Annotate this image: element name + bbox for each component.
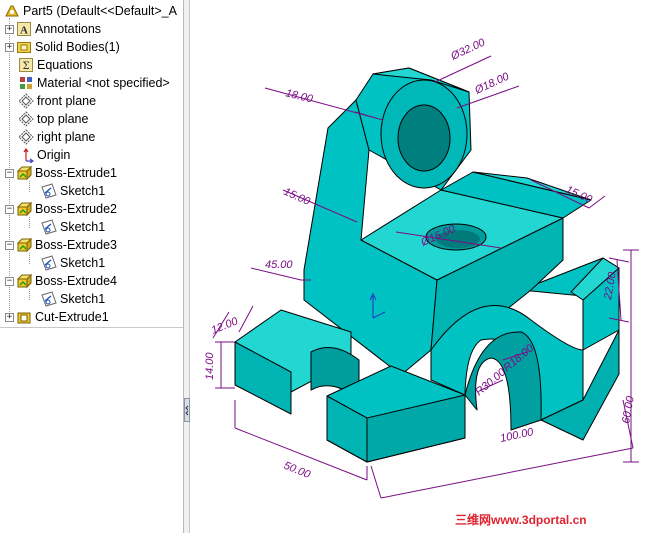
collapse-icon[interactable]: − bbox=[5, 168, 14, 178]
graphics-area[interactable]: 18.00 Ø32.00 Ø18.00 15.00 15.00 45.00 Ø1… bbox=[191, 0, 672, 533]
tree-item-label: Sketch1 bbox=[60, 292, 106, 306]
dim-18-width: 18.00 bbox=[284, 87, 314, 106]
lug-hole bbox=[397, 104, 451, 172]
tree-item-label: Boss-Extrude4 bbox=[35, 274, 117, 288]
sketch-icon bbox=[41, 183, 57, 199]
plane-icon bbox=[18, 111, 34, 127]
tree-guide-line bbox=[29, 181, 30, 192]
watermark-text: 三维网www.3dportal.cn bbox=[455, 512, 587, 527]
svg-text:A: A bbox=[20, 25, 28, 37]
dim-14: 14.00 bbox=[204, 352, 216, 380]
boss-extrude-icon bbox=[16, 165, 32, 181]
tree-item-label: Equations bbox=[37, 58, 93, 72]
dim-diameter-18: Ø18.00 bbox=[472, 70, 511, 97]
tree-item-material[interactable]: Material <not specified> bbox=[16, 74, 183, 92]
tree-item-sketch[interactable]: Sketch1 bbox=[39, 290, 183, 308]
tree-item-sketch[interactable]: Sketch1 bbox=[39, 182, 183, 200]
tree-item-label: front plane bbox=[37, 94, 97, 108]
annotations-icon: A bbox=[16, 21, 32, 37]
tree-guide-line bbox=[29, 289, 30, 300]
dim-45: 45.00 bbox=[265, 259, 293, 271]
tree-item-label: Sketch1 bbox=[60, 184, 106, 198]
svg-text:Σ: Σ bbox=[22, 61, 29, 72]
origin-icon bbox=[18, 147, 34, 163]
tree-guide-line bbox=[29, 253, 30, 264]
material-icon bbox=[18, 75, 34, 91]
cut-extrude-icon bbox=[16, 309, 32, 325]
dim-100: 100.00 bbox=[499, 426, 535, 445]
tree-item-solid-bodies[interactable]: + Solid Bodies(1) bbox=[5, 38, 183, 56]
tree-item-label: Boss-Extrude3 bbox=[35, 238, 117, 252]
tree-divider bbox=[0, 327, 183, 328]
dim-15-left: 15.00 bbox=[282, 186, 313, 209]
tree-item-boss-extrude1[interactable]: − Boss-Extrude1 bbox=[5, 164, 183, 182]
tree-root-label: Part5 (Default<<Default>_A bbox=[23, 4, 177, 18]
tree-item-label: Sketch1 bbox=[60, 256, 106, 270]
tree-item-label: Origin bbox=[37, 148, 71, 162]
expand-icon[interactable]: + bbox=[5, 312, 14, 322]
sketch-icon bbox=[41, 255, 57, 271]
dim-60: 60.00 bbox=[620, 394, 637, 424]
collapse-icon[interactable]: − bbox=[5, 276, 14, 286]
tree-item-label: Material <not specified> bbox=[37, 76, 170, 90]
dim-50: 50.00 bbox=[282, 460, 313, 482]
tree-item-origin[interactable]: Origin bbox=[16, 146, 183, 164]
feature-manager-tree: Part5 (Default<<Default>_A + A Annotatio… bbox=[0, 0, 184, 533]
tree-item-boss-extrude2[interactable]: − Boss-Extrude2 bbox=[5, 200, 183, 218]
equations-icon: Σ bbox=[18, 57, 34, 73]
tree-item-front-plane[interactable]: front plane bbox=[16, 92, 183, 110]
tree-item-label: top plane bbox=[37, 112, 89, 126]
tree-item-label: Solid Bodies(1) bbox=[35, 40, 120, 54]
collapse-icon[interactable]: − bbox=[5, 240, 14, 250]
tree-item-boss-extrude4[interactable]: − Boss-Extrude4 bbox=[5, 272, 183, 290]
tree-item-label: Boss-Extrude1 bbox=[35, 166, 117, 180]
boss-extrude-icon bbox=[16, 237, 32, 253]
tree-item-label: Sketch1 bbox=[60, 220, 106, 234]
expand-icon[interactable]: + bbox=[5, 42, 14, 52]
tree-item-sketch[interactable]: Sketch1 bbox=[39, 254, 183, 272]
tree-empty-area bbox=[0, 328, 183, 533]
tree-guide-line bbox=[29, 217, 30, 228]
plane-icon bbox=[18, 93, 34, 109]
tree-item-top-plane[interactable]: top plane bbox=[16, 110, 183, 128]
tree-item-label: Cut-Extrude1 bbox=[35, 310, 109, 324]
plane-icon bbox=[18, 129, 34, 145]
expand-icon[interactable]: + bbox=[5, 24, 14, 34]
collapse-icon[interactable]: − bbox=[5, 204, 14, 214]
tree-item-label: right plane bbox=[37, 130, 96, 144]
boss-extrude-icon bbox=[16, 201, 32, 217]
tree-item-equations[interactable]: Σ Equations bbox=[16, 56, 183, 74]
model-viewport-svg[interactable]: 18.00 Ø32.00 Ø18.00 15.00 15.00 45.00 Ø1… bbox=[191, 0, 672, 533]
solid-bodies-folder-icon bbox=[16, 39, 32, 55]
panel-splitter[interactable] bbox=[184, 0, 190, 533]
tree-item-boss-extrude3[interactable]: − Boss-Extrude3 bbox=[5, 236, 183, 254]
part-model[interactable] bbox=[234, 67, 620, 463]
tree-item-annotations[interactable]: + A Annotations bbox=[5, 20, 183, 38]
tree-item-label: Boss-Extrude2 bbox=[35, 202, 117, 216]
collapse-panel-handle[interactable] bbox=[184, 398, 190, 422]
sketch-icon bbox=[41, 219, 57, 235]
boss-extrude-icon bbox=[16, 273, 32, 289]
part-icon bbox=[4, 3, 20, 19]
tree-item-sketch[interactable]: Sketch1 bbox=[39, 218, 183, 236]
tree-item-cut-extrude1[interactable]: + Cut-Extrude1 bbox=[5, 308, 183, 326]
dim-diameter-32: Ø32.00 bbox=[448, 36, 487, 63]
tree-item-right-plane[interactable]: right plane bbox=[16, 128, 183, 146]
tree-root-part[interactable]: Part5 (Default<<Default>_A bbox=[2, 2, 183, 20]
sketch-icon bbox=[41, 291, 57, 307]
tree-item-label: Annotations bbox=[35, 22, 102, 36]
